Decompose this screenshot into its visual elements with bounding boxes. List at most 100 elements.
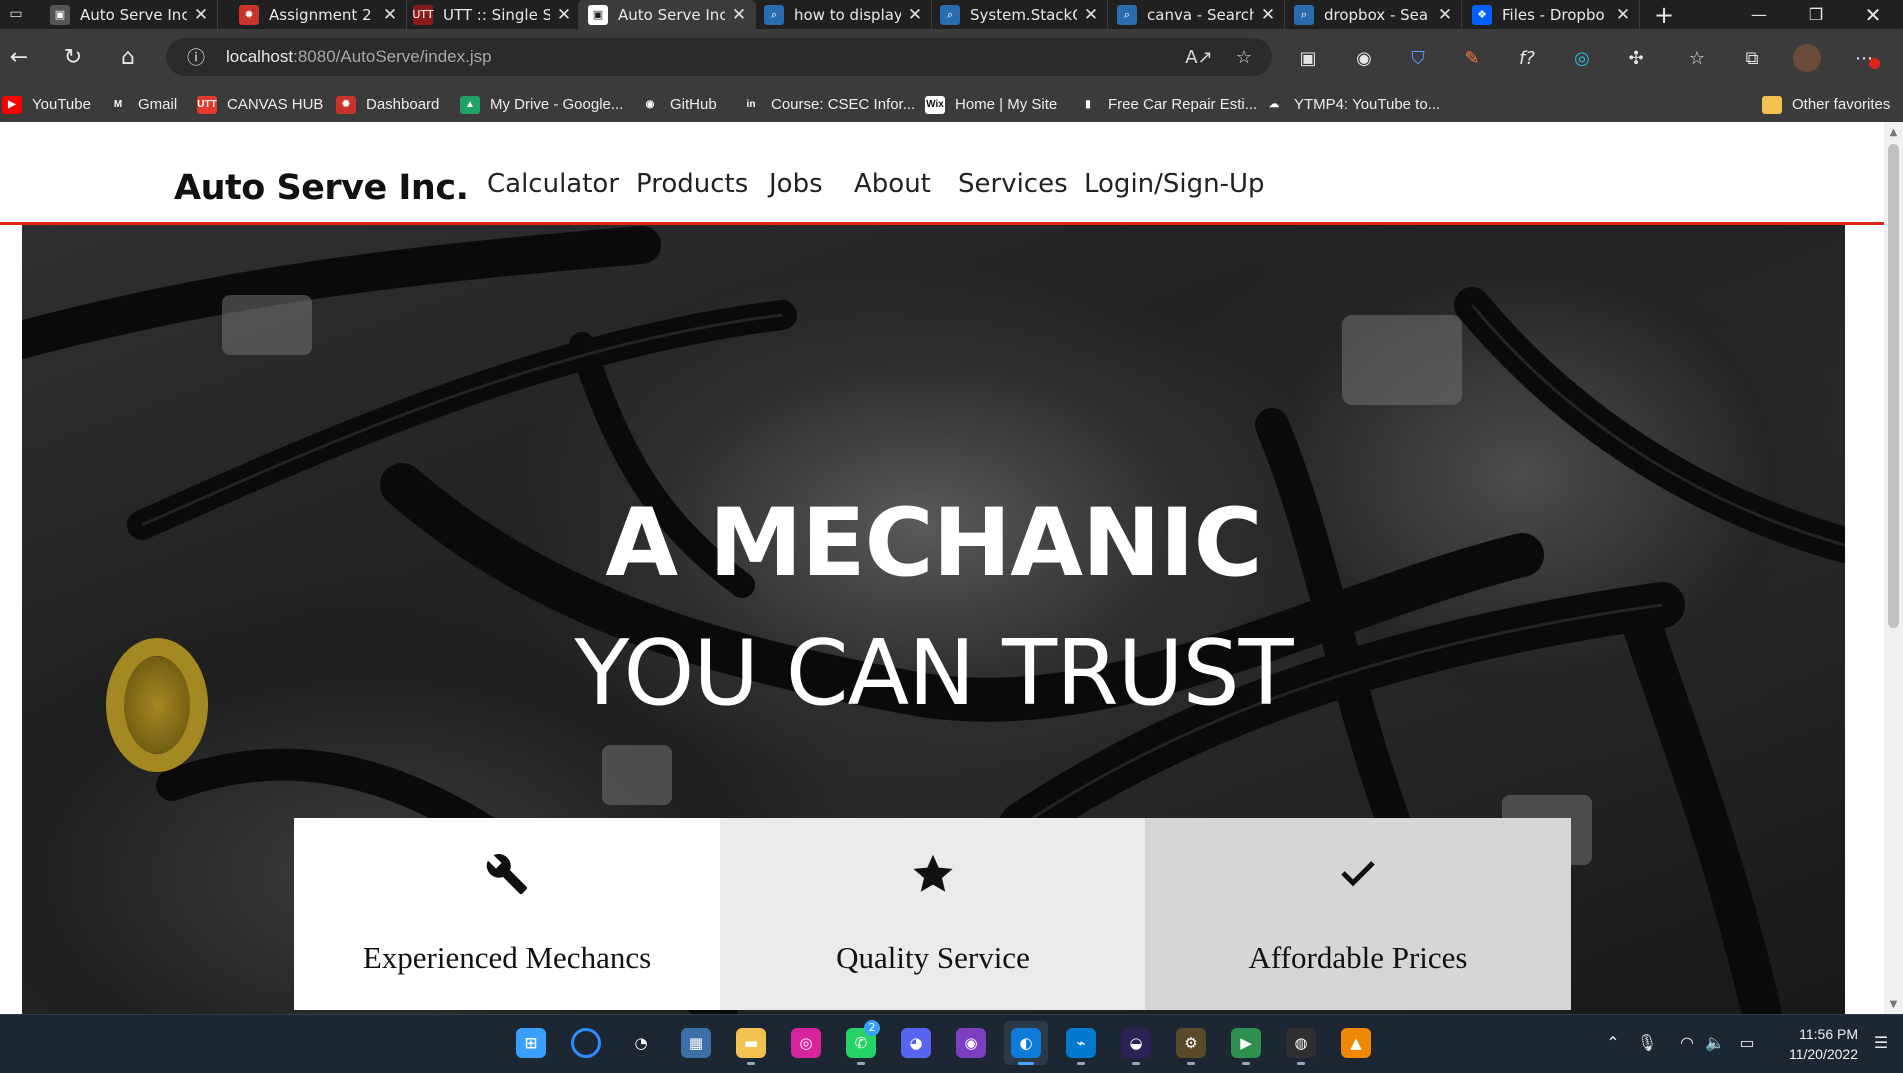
tab-actions-icon[interactable]: ▭ (4, 3, 28, 25)
tab-close-icon[interactable]: ✕ (193, 5, 209, 25)
tab-favicon-icon: UTT (412, 4, 434, 25)
other-favorites[interactable]: Other favorites (1762, 87, 1890, 122)
bookmark-item[interactable]: in Course: CSEC Infor... (741, 87, 915, 122)
picture-in-picture-icon[interactable]: ▣ (1294, 44, 1322, 72)
taskbar-obs-icon[interactable]: ◍ (1279, 1021, 1323, 1065)
extension-loop-icon[interactable]: ◎ (1568, 44, 1596, 72)
taskbar-vscode-icon[interactable]: ⌁ (1059, 1021, 1103, 1065)
profile-avatar[interactable] (1793, 44, 1821, 72)
tab-close-icon[interactable]: ✕ (1083, 5, 1099, 25)
taskbar-settings-app-icon[interactable]: ⚙ (1169, 1021, 1213, 1065)
scrollbar-thumb[interactable] (1888, 144, 1899, 628)
taskbar-eclipse-icon[interactable]: ◒ (1114, 1021, 1158, 1065)
bookmark-item[interactable]: ✹ Dashboard (336, 87, 439, 122)
bookmark-item[interactable]: ▲ My Drive - Google... (460, 87, 623, 122)
bookmark-item[interactable]: ☁ YTMP4: YouTube to... (1264, 87, 1440, 122)
back-button[interactable]: ← (2, 42, 36, 72)
tab-close-icon[interactable]: ✕ (382, 5, 398, 25)
extensions-icon[interactable]: ✣ (1622, 44, 1650, 72)
collections-icon[interactable]: ⧉ (1738, 44, 1766, 72)
bookmark-item[interactable]: Wix Home | My Site (925, 87, 1057, 122)
extension-formula-icon[interactable]: f? (1513, 44, 1541, 72)
whatsapp-badge: 2 (864, 1020, 880, 1036)
tab-label: UTT :: Single S (443, 5, 550, 24)
browser-tab[interactable]: ❖ Files - Dropbo ✕ (1462, 0, 1640, 29)
bookmark-item[interactable]: ▮ Free Car Repair Esti... (1078, 87, 1257, 122)
taskbar-discord-icon[interactable]: ◕ (894, 1021, 938, 1065)
browser-tab[interactable]: ⌕ System.StackO ✕ (930, 0, 1108, 29)
taskbar-search-icon[interactable] (564, 1021, 608, 1065)
bookmark-item[interactable]: UTT CANVAS HUB (197, 87, 323, 122)
browser-tab[interactable]: ⌕ dropbox - Sea ✕ (1284, 0, 1462, 29)
taskbar-github-desktop-icon[interactable]: ◉ (949, 1021, 993, 1065)
bookmark-icon: ▲ (460, 95, 480, 114)
site-info-icon[interactable]: ⓘ (180, 41, 212, 73)
microphone-icon[interactable]: 🎙 (1634, 1028, 1660, 1056)
taskbar-drawio-icon[interactable]: ▲ (1334, 1021, 1378, 1065)
extension-owl-icon[interactable]: ◉ (1350, 44, 1378, 72)
address-bar[interactable]: ⓘ localhost:8080/AutoServe/index.jsp (166, 38, 1272, 76)
tab-close-icon[interactable]: ✕ (556, 5, 572, 25)
tab-close-icon[interactable]: ✕ (907, 5, 923, 25)
web-page: Auto Serve Inc. Calculator Products Jobs… (0, 122, 1884, 1014)
url-text[interactable]: localhost:8080/AutoServe/index.jsp (226, 47, 492, 67)
nav-about[interactable]: About (854, 169, 931, 199)
volume-icon[interactable]: 🔈 (1702, 1028, 1728, 1056)
bookmark-icon: M (108, 95, 128, 114)
media-app-glyph: ▶ (1231, 1028, 1261, 1058)
search-glyph (571, 1028, 601, 1058)
bookmark-item[interactable]: ◉ GitHub (640, 87, 717, 122)
close-window-button[interactable]: ✕ (1845, 0, 1901, 29)
wrench-icon (294, 852, 720, 896)
browser-tab[interactable]: ⌕ canva - Search ✕ (1107, 0, 1285, 29)
tab-label: Files - Dropbo (1502, 5, 1605, 24)
favorites-icon[interactable]: ☆ (1683, 44, 1711, 72)
system-clock[interactable]: 11:56 PM 11/20/2022 (1768, 1024, 1858, 1064)
read-aloud-icon[interactable]: A↗ (1185, 44, 1213, 70)
browser-tab[interactable]: ⌕ how to display ✕ (754, 0, 932, 29)
tab-label: Assignment 2 (269, 5, 372, 24)
extension-pen-icon[interactable]: ✎ (1458, 44, 1486, 72)
brand-logo[interactable]: Auto Serve Inc. (174, 168, 469, 208)
tab-close-icon[interactable]: ✕ (1260, 5, 1276, 25)
running-indicator (1187, 1062, 1195, 1065)
browser-tab[interactable]: UTT UTT :: Single S ✕ (403, 0, 581, 29)
browser-tab[interactable]: ▣ Auto Serve Inc ✕ (40, 0, 218, 29)
minimize-button[interactable]: — (1731, 0, 1787, 29)
bookmark-label: Gmail (138, 96, 178, 113)
taskbar-media-app-icon[interactable]: ▶ (1224, 1021, 1268, 1065)
tab-close-icon[interactable]: ✕ (1615, 5, 1631, 25)
battery-icon[interactable]: ▭ (1734, 1028, 1760, 1056)
bookmark-label: Free Car Repair Esti... (1108, 96, 1258, 113)
browser-tab[interactable]: ✹ Assignment 2 ✕ (229, 0, 407, 29)
browser-tab[interactable]: ▣ Auto Serve Inc ✕ (578, 0, 756, 29)
nav-jobs[interactable]: Jobs (769, 169, 823, 199)
tab-close-icon[interactable]: ✕ (1437, 5, 1453, 25)
new-tab-button[interactable]: + (1648, 0, 1680, 29)
add-favorite-icon[interactable]: ☆ (1230, 44, 1258, 70)
taskbar-start-icon[interactable]: ⊞ (509, 1021, 553, 1065)
scroll-up-arrow[interactable]: ▲ (1884, 124, 1903, 140)
restore-button[interactable]: ❐ (1788, 0, 1844, 29)
extension-shield-icon[interactable]: ⛉ (1404, 44, 1432, 72)
taskbar-photos-icon[interactable]: ▦ (674, 1021, 718, 1065)
nav-calculator[interactable]: Calculator (487, 169, 619, 199)
bookmark-item[interactable]: M Gmail (108, 87, 177, 122)
show-hidden-icons-icon[interactable]: ⌃ (1600, 1028, 1626, 1056)
nav-login-signup[interactable]: Login/Sign-Up (1084, 169, 1265, 199)
refresh-button[interactable]: ↻ (56, 42, 90, 72)
bookmark-item[interactable]: ▶ YouTube (2, 87, 91, 122)
wifi-icon[interactable]: ◠ (1674, 1028, 1700, 1056)
notification-center-icon[interactable]: ☰ (1868, 1028, 1894, 1056)
tab-close-icon[interactable]: ✕ (731, 5, 747, 25)
bookmark-icon: in (741, 95, 761, 114)
nav-services[interactable]: Services (958, 169, 1068, 199)
edge-glyph: ◐ (1011, 1028, 1041, 1058)
taskbar-edge-icon[interactable]: ◐ (1004, 1021, 1048, 1065)
taskbar-chrome-like-icon[interactable]: ◔ (619, 1021, 663, 1065)
taskbar-instagram-icon[interactable]: ◎ (784, 1021, 828, 1065)
nav-products[interactable]: Products (636, 169, 748, 199)
scroll-down-arrow[interactable]: ▼ (1884, 996, 1903, 1012)
taskbar-file-explorer-icon[interactable]: ▬ (729, 1021, 773, 1065)
home-button[interactable]: ⌂ (111, 42, 145, 72)
